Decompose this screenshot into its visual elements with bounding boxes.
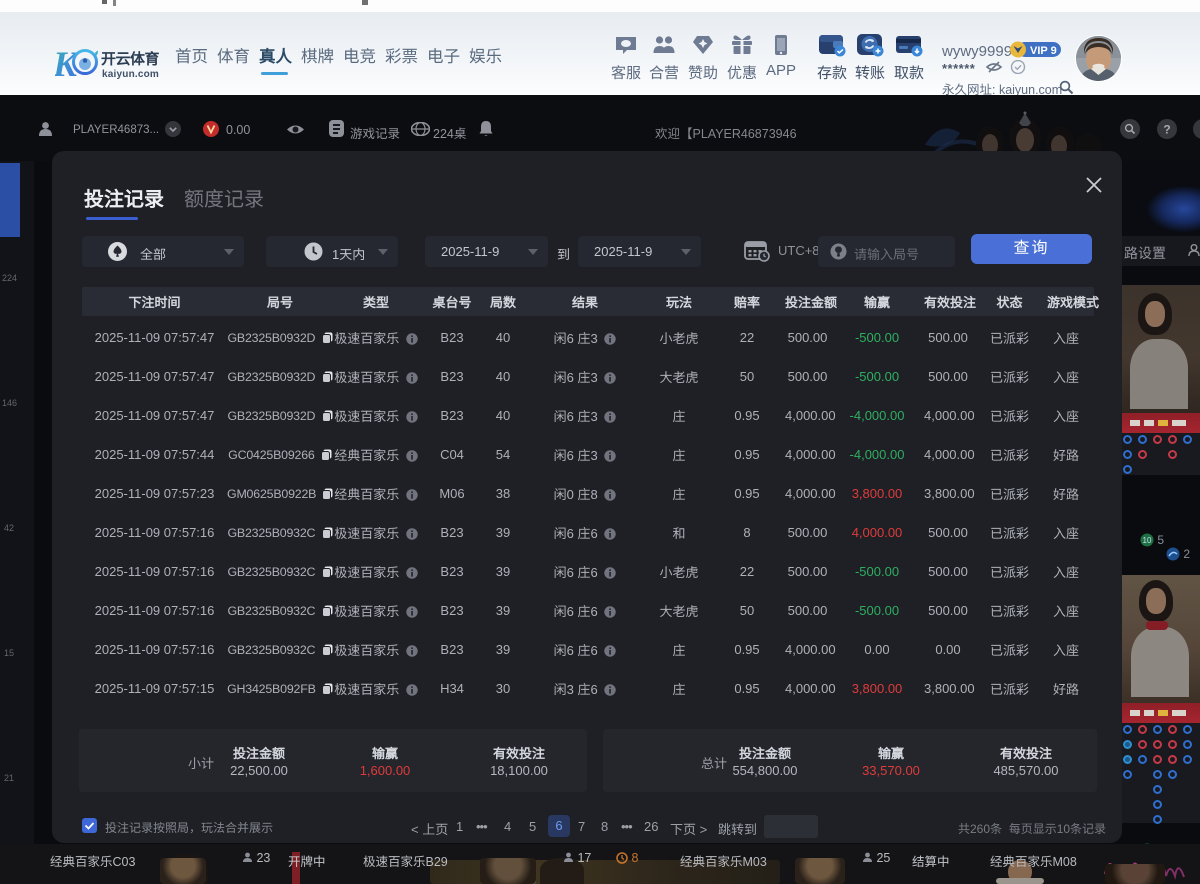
svg-text:10: 10 [1143, 536, 1152, 545]
svg-text:VIP 9: VIP 9 [1030, 45, 1057, 57]
svg-text:K: K [55, 46, 80, 80]
svg-text:?: ? [1163, 123, 1170, 137]
